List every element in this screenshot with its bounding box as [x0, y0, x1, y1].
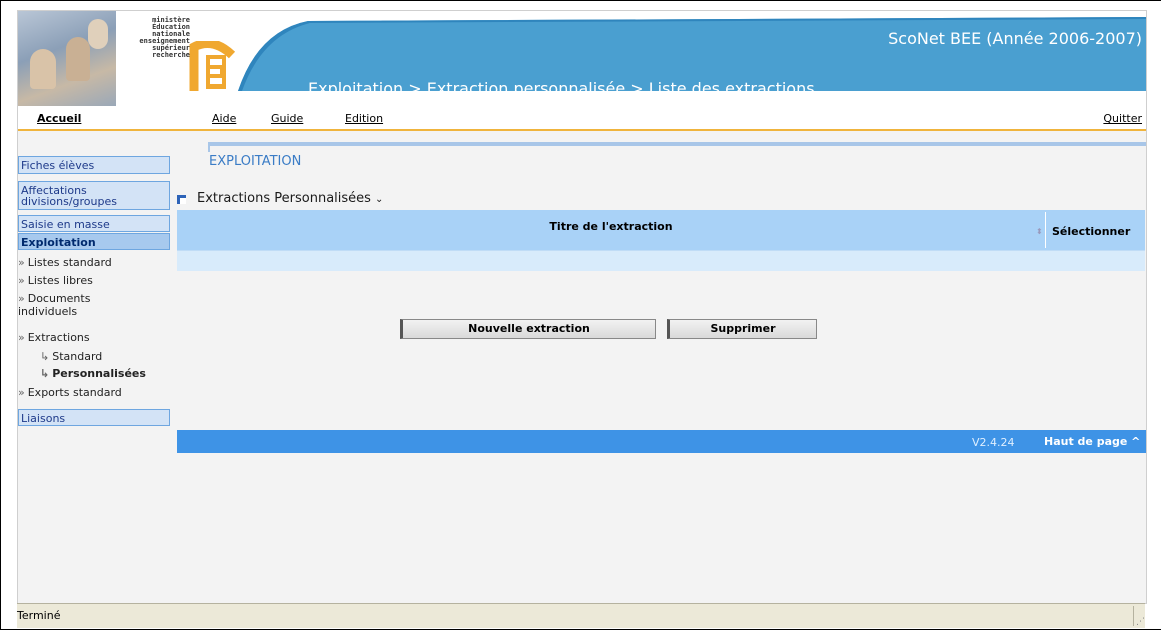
table-row: [177, 250, 1145, 271]
page-header: ministère Éducation nationale enseigneme…: [18, 11, 1146, 106]
sidebar-item-fiches[interactable]: Fiches élèves: [18, 156, 170, 174]
menu-guide-link[interactable]: Guide: [271, 112, 303, 125]
column-header-select: Sélectionner: [1052, 225, 1131, 238]
sidebar-sub-documents[interactable]: » Documents individuels: [18, 292, 143, 318]
sidebar-sub-label: Standard: [52, 350, 103, 363]
arrow-icon: »: [18, 331, 25, 344]
sidebar-sub-listes-standard[interactable]: » Listes standard: [18, 256, 112, 269]
extractions-table: Titre de l'extraction ⬍ Sélectionner: [177, 210, 1145, 271]
content-border: [208, 142, 1146, 146]
sidebar-sub-exports[interactable]: » Exports standard: [18, 386, 122, 399]
content-border: [208, 142, 210, 152]
arrow-icon: »: [18, 292, 25, 305]
arrow-icon: »: [18, 386, 25, 399]
sidebar-item-saisie[interactable]: Saisie en masse: [18, 215, 170, 232]
sidebar-sub-standard[interactable]: ↳ Standard: [40, 350, 102, 363]
ministere-e-logo: [189, 41, 236, 91]
sidebar-sub-label: Listes libres: [27, 274, 93, 287]
status-text: Terminé: [17, 609, 61, 622]
resize-grip-icon[interactable]: ⋰: [1136, 617, 1145, 627]
sidebar-sub-label: Exports standard: [27, 386, 122, 399]
status-divider: [1133, 606, 1134, 626]
browser-viewport: ministère Éducation nationale enseigneme…: [17, 10, 1147, 604]
sort-icon[interactable]: ⬍: [1036, 227, 1043, 236]
sidebar-sub-extractions[interactable]: » Extractions: [18, 331, 90, 344]
table-header: Titre de l'extraction ⬍ Sélectionner: [177, 210, 1145, 250]
chevron-down-icon[interactable]: ⌄: [375, 194, 383, 205]
sidebar-sub-label: Listes standard: [27, 256, 112, 269]
app-title: ScoNet BEE (Année 2006-2007): [888, 29, 1142, 48]
photo-figure: [66, 37, 90, 81]
header-photo: [18, 11, 116, 106]
page-title: EXPLOITATION: [209, 154, 302, 169]
delete-button[interactable]: Supprimer: [667, 319, 817, 339]
sidebar-item-liaisons[interactable]: Liaisons: [18, 409, 170, 426]
menu-accueil-link[interactable]: Accueil: [37, 112, 81, 125]
sub-arrow-icon: ↳: [40, 350, 50, 363]
photo-figure: [30, 49, 56, 89]
menu-aide-link[interactable]: Aide: [212, 112, 236, 125]
top-menu: Accueil Aide Guide Edition Quitter: [18, 106, 1146, 131]
new-extraction-button[interactable]: Nouvelle extraction: [400, 319, 656, 339]
photo-figure: [88, 19, 108, 49]
section-title-label: Extractions Personnalisées: [197, 191, 371, 206]
section-title[interactable]: Extractions Personnalisées ⌄: [197, 191, 383, 206]
breadcrumb: Exploitation > Extraction personnalisée …: [308, 79, 815, 98]
sub-arrow-icon: ↳: [40, 367, 50, 380]
sidebar-item-exploitation[interactable]: Exploitation: [18, 233, 170, 250]
sidebar-sub-label: Extractions: [27, 331, 90, 344]
page-footer: V2.4.24 Haut de page ^: [177, 430, 1146, 453]
status-bar: Terminé ⋰: [17, 603, 1145, 628]
menu-quitter-link[interactable]: Quitter: [1103, 112, 1142, 125]
back-to-top-link[interactable]: Haut de page ^: [1044, 435, 1140, 448]
sidebar-sub-label: Documents individuels: [18, 292, 91, 318]
section-icon: [177, 195, 186, 204]
sidebar-sub-listes-libres[interactable]: » Listes libres: [18, 274, 93, 287]
column-divider: [1045, 212, 1046, 248]
menu-edition-link[interactable]: Edition: [345, 112, 383, 125]
sidebar-sub-label: Personnalisées: [52, 367, 146, 380]
column-header-title[interactable]: Titre de l'extraction: [177, 220, 1045, 233]
sidebar-item-affectations[interactable]: Affectations divisions/groupes: [18, 181, 170, 210]
sidebar-sub-personnalisees[interactable]: ↳ Personnalisées: [40, 367, 146, 380]
arrow-icon: »: [18, 256, 25, 269]
arrow-icon: »: [18, 274, 25, 287]
version-label: V2.4.24: [972, 436, 1015, 449]
ministere-logo-text: ministère Éducation nationale enseigneme…: [139, 16, 190, 59]
